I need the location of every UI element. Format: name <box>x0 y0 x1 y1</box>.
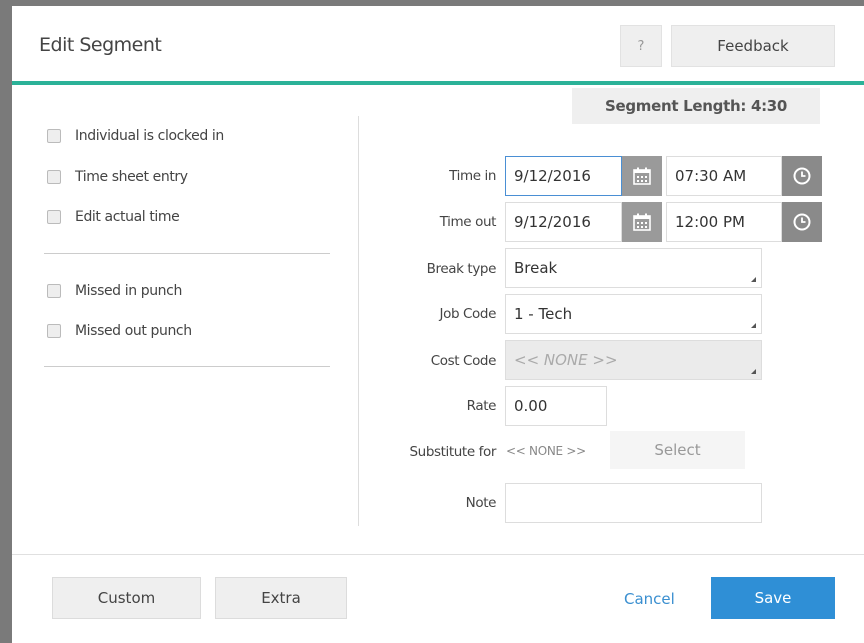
time-sheet-entry-checkbox[interactable] <box>47 170 61 184</box>
note-label: Note <box>465 495 497 511</box>
clock-icon <box>793 167 811 185</box>
substitute-label: Substitute for <box>409 444 497 460</box>
time-out-time-input[interactable]: 12:00 PM <box>666 202 782 242</box>
checkbox-label: Missed out punch <box>75 323 192 339</box>
feedback-button[interactable]: Feedback <box>671 25 835 67</box>
checkbox-label: Time sheet entry <box>75 169 188 185</box>
time-out-calendar-button[interactable] <box>622 202 662 242</box>
clocked-in-checkbox[interactable] <box>47 129 61 143</box>
select-corner-icon <box>751 369 756 374</box>
segment-length-badge: Segment Length: 4:30 <box>572 88 820 124</box>
cost-code-label: Cost Code <box>430 353 497 369</box>
panel-divider <box>358 116 359 526</box>
substitute-select-button[interactable]: Select <box>610 431 745 469</box>
time-out-label: Time out <box>439 214 497 230</box>
header-accent-line <box>12 81 864 85</box>
dialog-header: Edit Segment ? Feedback <box>12 6 864 81</box>
calendar-icon <box>633 213 651 231</box>
edit-segment-dialog: Edit Segment ? Feedback Segment Length: … <box>12 6 864 643</box>
time-in-label: Time in <box>449 168 496 184</box>
rate-label: Rate <box>466 398 497 414</box>
clock-icon <box>793 213 811 231</box>
rate-input[interactable]: 0.00 <box>505 386 607 426</box>
footer-divider <box>12 554 864 555</box>
checkbox-row-missed-out[interactable]: Missed out punch <box>47 321 192 341</box>
checkbox-label: Missed in punch <box>75 283 182 299</box>
time-in-time-input[interactable]: 07:30 AM <box>666 156 782 196</box>
checkbox-row-clocked-in[interactable]: Individual is clocked in <box>47 126 224 146</box>
edit-actual-time-checkbox[interactable] <box>47 210 61 224</box>
left-divider-1 <box>44 253 330 254</box>
job-code-label: Job Code <box>439 306 497 322</box>
select-corner-icon <box>751 323 756 328</box>
checkbox-row-missed-in[interactable]: Missed in punch <box>47 281 182 301</box>
time-out-date-input[interactable]: 9/12/2016 <box>505 202 622 242</box>
note-input[interactable] <box>505 483 762 523</box>
save-button[interactable]: Save <box>711 577 835 619</box>
time-in-date-input[interactable]: 9/12/2016 <box>505 156 622 196</box>
checkbox-label: Individual is clocked in <box>75 128 224 144</box>
custom-button[interactable]: Custom <box>52 577 201 619</box>
missed-in-punch-checkbox[interactable] <box>47 284 61 298</box>
checkbox-row-edit-actual[interactable]: Edit actual time <box>47 207 180 227</box>
extra-button[interactable]: Extra <box>215 577 347 619</box>
job-code-value: 1 - Tech <box>514 305 573 323</box>
break-type-value: Break <box>514 259 558 277</box>
time-in-calendar-button[interactable] <box>622 156 662 196</box>
break-type-label: Break type <box>426 261 497 277</box>
help-button[interactable]: ? <box>620 25 662 67</box>
job-code-select[interactable]: 1 - Tech <box>505 294 762 334</box>
checkbox-label: Edit actual time <box>75 209 180 225</box>
cancel-link[interactable]: Cancel <box>624 590 675 608</box>
cost-code-value: << NONE >> <box>514 351 618 369</box>
substitute-value: << NONE >> <box>506 444 586 458</box>
time-in-clock-button[interactable] <box>782 156 822 196</box>
checkbox-row-time-sheet[interactable]: Time sheet entry <box>47 167 188 187</box>
break-type-select[interactable]: Break <box>505 248 762 288</box>
time-out-clock-button[interactable] <box>782 202 822 242</box>
left-divider-2 <box>44 366 330 367</box>
select-corner-icon <box>751 277 756 282</box>
cost-code-select: << NONE >> <box>505 340 762 380</box>
calendar-icon <box>633 167 651 185</box>
missed-out-punch-checkbox[interactable] <box>47 324 61 338</box>
dialog-title: Edit Segment <box>39 34 162 56</box>
